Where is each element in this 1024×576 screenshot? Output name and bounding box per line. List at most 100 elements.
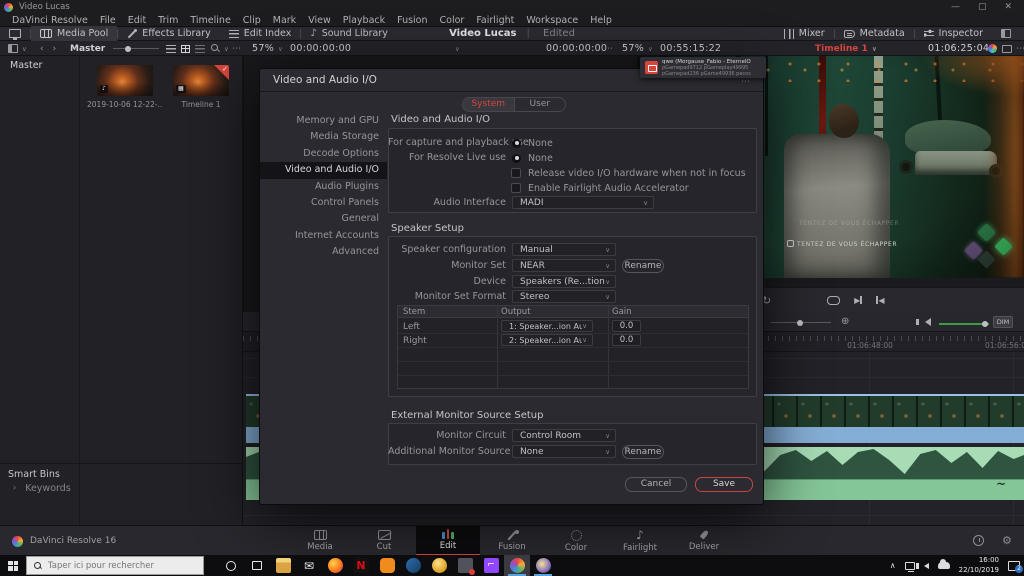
- screen-share-button[interactable]: [0, 26, 30, 41]
- loop-range-icon[interactable]: [827, 296, 840, 305]
- color-wheel-icon[interactable]: [988, 41, 997, 56]
- page-tab-cut[interactable]: Cut: [352, 526, 416, 556]
- bin-tree-master[interactable]: Master: [0, 56, 79, 71]
- onedrive-icon[interactable]: [938, 562, 950, 569]
- timeline-selector[interactable]: Timeline 1∨: [815, 41, 877, 56]
- next-marker-button[interactable]: ▶: [854, 296, 862, 305]
- menu-item[interactable]: Mark: [267, 15, 302, 26]
- monitor-set-select[interactable]: NEAR∨: [512, 259, 616, 272]
- page-tab-color[interactable]: Color: [544, 526, 608, 556]
- page-tab-fusion[interactable]: Fusion: [480, 526, 544, 556]
- mixer-button[interactable]: Mixer: [775, 26, 834, 41]
- menu-item[interactable]: Fairlight: [470, 15, 520, 26]
- task-view-button[interactable]: [244, 555, 270, 576]
- media-pool-button[interactable]: Media Pool: [31, 26, 117, 41]
- dialog-sidebar-item[interactable]: Control Panels: [260, 195, 387, 211]
- bin-panel-toggle[interactable]: ∨: [8, 41, 27, 56]
- minimize-button[interactable]: —: [951, 2, 960, 12]
- streamlabs-icon[interactable]: [374, 555, 400, 576]
- timeline-thumbnail[interactable]: ▦ ✓: [173, 65, 229, 96]
- menu-item[interactable]: View: [302, 15, 337, 26]
- start-button[interactable]: [0, 555, 26, 576]
- davinci-taskbar-icon[interactable]: [504, 555, 530, 576]
- media-pool-options-button[interactable]: ⋯: [232, 41, 242, 56]
- close-button[interactable]: ✕: [1004, 2, 1012, 12]
- timeline-zoom-select[interactable]: 57%∨: [622, 41, 653, 56]
- tab-user[interactable]: User: [515, 98, 566, 111]
- resolve-live-radio[interactable]: None: [512, 151, 553, 165]
- source-timecode[interactable]: 00:00:00:00: [290, 41, 351, 56]
- menu-item[interactable]: File: [94, 15, 122, 26]
- search-input[interactable]: [48, 561, 188, 571]
- taskbar-clock[interactable]: 16:00 22/10/2019: [959, 556, 999, 575]
- menu-item[interactable]: Help: [584, 15, 618, 26]
- firefox-icon[interactable]: [322, 555, 348, 576]
- bin-forward-button[interactable]: ›: [53, 44, 57, 54]
- volume-slider[interactable]: [939, 323, 989, 325]
- menu-item[interactable]: DaVinci Resolve: [6, 15, 94, 26]
- right-gain-input[interactable]: 0.0: [612, 334, 641, 346]
- viewer-options-button[interactable]: ⋯: [604, 41, 614, 56]
- menu-item[interactable]: Fusion: [391, 15, 433, 26]
- left-output-select[interactable]: 1: Speaker...ion Audio)∨: [501, 320, 593, 332]
- netflix-icon[interactable]: N: [348, 555, 374, 576]
- edit-index-button[interactable]: Edit Index: [220, 26, 301, 41]
- maximize-button[interactable]: ▢: [978, 2, 987, 12]
- prev-marker-button[interactable]: ◀: [876, 296, 884, 305]
- menu-item[interactable]: Timeline: [184, 15, 236, 26]
- page-tab-edit[interactable]: Edit: [416, 526, 480, 556]
- taskbar-search[interactable]: [26, 556, 204, 575]
- menu-item[interactable]: Edit: [122, 15, 152, 26]
- network-icon[interactable]: [905, 562, 915, 570]
- mail-icon[interactable]: ✉: [296, 555, 322, 576]
- bin-back-button[interactable]: ‹: [40, 44, 44, 54]
- dialog-sidebar-item[interactable]: Audio Plugins: [260, 179, 387, 195]
- dim-button[interactable]: DIM: [993, 316, 1013, 328]
- dialog-sidebar-item[interactable]: General: [260, 211, 387, 227]
- monitor-set-format-select[interactable]: Stereo∨: [512, 290, 616, 303]
- panel-collapse-button[interactable]: [992, 26, 1020, 41]
- source-zoom-select[interactable]: 57%∨: [252, 41, 283, 56]
- device-select[interactable]: Speakers (Re...tion Audio)∨: [512, 275, 616, 288]
- left-gain-input[interactable]: 0.0: [612, 320, 641, 332]
- dialog-sidebar-item[interactable]: Memory and GPU: [260, 113, 387, 129]
- speaker-configuration-select[interactable]: Manual∨: [512, 243, 616, 256]
- page-tab-media[interactable]: Media: [288, 526, 352, 556]
- source-clip-select[interactable]: ∨: [455, 41, 460, 56]
- dialog-sidebar-item[interactable]: Advanced: [260, 244, 387, 260]
- monitor-circuit-select[interactable]: Control Room∨: [512, 429, 616, 442]
- twitch-icon[interactable]: ⌐: [478, 555, 504, 576]
- smart-bins-header[interactable]: Smart Bins: [0, 463, 243, 480]
- save-button[interactable]: Save: [695, 477, 753, 492]
- notification-center-icon[interactable]: 2: [1008, 561, 1020, 571]
- additional-monitor-source-select[interactable]: None∨: [512, 445, 616, 458]
- volume-icon[interactable]: [924, 563, 929, 569]
- timeline-in-timecode[interactable]: 00:00:00:00: [546, 41, 607, 56]
- settings-gear-icon[interactable]: ⚙: [1002, 535, 1014, 547]
- dialog-sidebar-item[interactable]: Media Storage: [260, 129, 387, 145]
- dialog-sidebar-item[interactable]: Decode Options: [260, 146, 387, 162]
- thumbnail-size-slider[interactable]: [113, 48, 159, 49]
- capture-device-radio[interactable]: None: [512, 136, 553, 150]
- timeline-timecode[interactable]: 01:06:25:04: [928, 41, 989, 56]
- coin-app-icon[interactable]: [426, 555, 452, 576]
- game-app-icon[interactable]: [530, 555, 556, 576]
- page-tab-deliver[interactable]: Deliver: [672, 526, 736, 556]
- inspector-button[interactable]: Inspector: [915, 26, 992, 41]
- thumbnail-view-button[interactable]: [181, 41, 190, 56]
- fullscreen-icon[interactable]: [1002, 41, 1012, 56]
- menu-item[interactable]: Color: [434, 15, 471, 26]
- zoom-in-icon[interactable]: ⊕: [841, 316, 849, 327]
- speaker-icon[interactable]: [925, 318, 931, 326]
- dialog-options-button[interactable]: ⋯: [741, 77, 751, 87]
- blue-app-icon[interactable]: [400, 555, 426, 576]
- project-manager-icon[interactable]: [973, 535, 984, 546]
- viewer-more-button[interactable]: ⋯: [1016, 41, 1024, 56]
- release-hardware-checkbox[interactable]: Release video I/O hardware when not in f…: [511, 166, 746, 180]
- audio-interface-select[interactable]: MADI∨: [512, 196, 654, 209]
- search-button[interactable]: ∨: [211, 41, 229, 56]
- file-explorer-icon[interactable]: [270, 555, 296, 576]
- right-output-select[interactable]: 2: Speaker...ion Audio)∨: [501, 334, 593, 346]
- cancel-button[interactable]: Cancel: [625, 477, 687, 492]
- bin-breadcrumb[interactable]: Master: [70, 41, 105, 56]
